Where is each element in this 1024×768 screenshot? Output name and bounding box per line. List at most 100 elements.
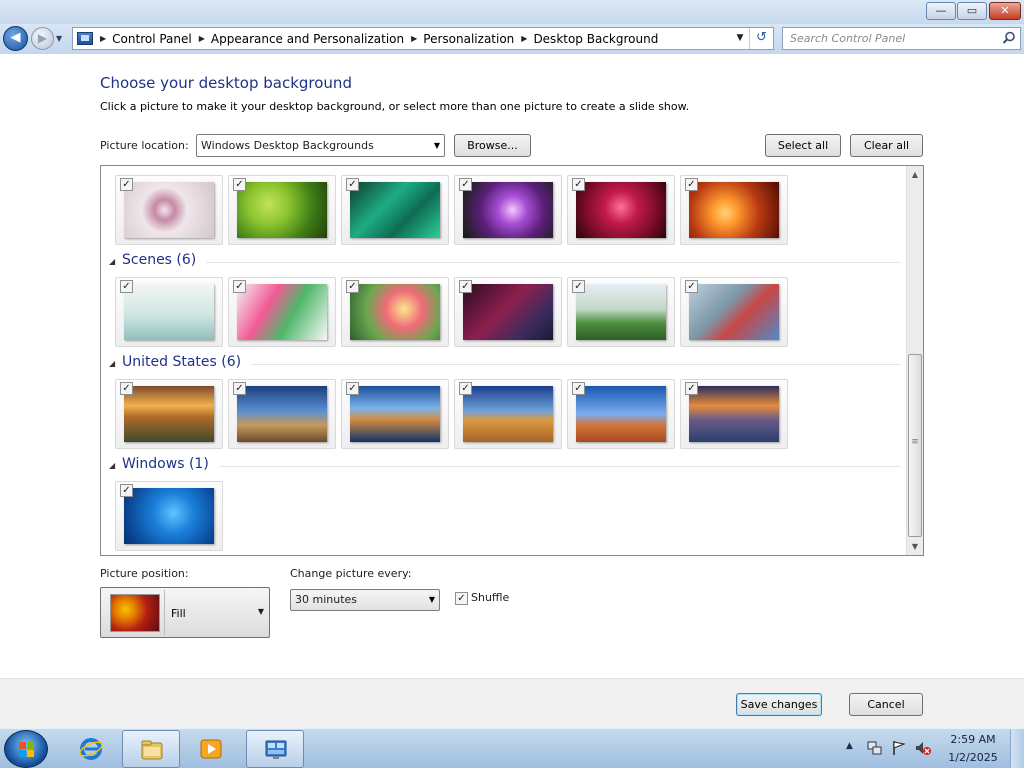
network-icon[interactable] (867, 740, 883, 756)
wallpaper-thumbnail[interactable]: ✓ (115, 379, 223, 449)
breadcrumb-personalization[interactable]: Personalization (423, 32, 514, 46)
group-header[interactable]: ◢ Windows (1) (101, 456, 901, 476)
search-icon[interactable] (1002, 31, 1016, 45)
collapse-triangle-icon[interactable]: ◢ (109, 359, 115, 368)
wallpaper-thumbnail[interactable]: ✓ (341, 379, 449, 449)
minimize-button[interactable]: — (926, 2, 956, 20)
thumbnail-checkbox[interactable]: ✓ (572, 280, 585, 293)
thumbnail-checkbox[interactable]: ✓ (572, 382, 585, 395)
show-hidden-icons-button[interactable]: ▲ (846, 741, 853, 751)
wallpaper-thumbnail[interactable]: ✓ (454, 277, 562, 347)
address-bar[interactable]: ▶ Control Panel ▶ Appearance and Persona… (72, 27, 774, 50)
breadcrumb-control-panel[interactable]: Control Panel (112, 32, 192, 46)
control-panel-icon (77, 32, 93, 45)
thumbnail-checkbox[interactable]: ✓ (233, 280, 246, 293)
group-label[interactable]: United States (6) (122, 354, 241, 370)
taskbar: ▲ 2:59 AM 1/2/2025 (0, 728, 1024, 768)
group-header[interactable]: ◢ United States (6) (101, 354, 901, 374)
wallpaper-thumbnail[interactable]: ✓ (228, 277, 336, 347)
select-all-button[interactable]: Select all (765, 134, 841, 157)
wallpaper-thumbnail[interactable]: ✓ (567, 175, 675, 245)
thumbnail-checkbox[interactable]: ✓ (346, 382, 359, 395)
change-picture-select[interactable]: 30 minutes ▼ (290, 589, 440, 611)
wallpaper-thumbnail[interactable]: ✓ (567, 379, 675, 449)
thumbnail-checkbox[interactable]: ✓ (459, 280, 472, 293)
vertical-scrollbar[interactable]: ▲ ≡ ▼ (906, 166, 923, 555)
thumbnail-checkbox[interactable]: ✓ (685, 178, 698, 191)
thumbnail-checkbox[interactable]: ✓ (120, 280, 133, 293)
maximize-button[interactable]: ▭ (957, 2, 987, 20)
taskbar-control-panel[interactable] (246, 730, 304, 768)
breadcrumb-appearance[interactable]: Appearance and Personalization (211, 32, 404, 46)
thumbnail-checkbox[interactable]: ✓ (346, 280, 359, 293)
page-description: Click a picture to make it your desktop … (100, 100, 690, 113)
picture-position-value: Fill (171, 607, 186, 620)
breadcrumb-chevron-icon[interactable]: ▶ (521, 34, 527, 43)
thumbnail-checkbox[interactable]: ✓ (459, 178, 472, 191)
wallpaper-thumbnail[interactable]: ✓ (341, 175, 449, 245)
close-button[interactable]: ✕ (989, 2, 1021, 20)
forward-button[interactable]: ▶ (31, 27, 54, 50)
thumbnail-checkbox[interactable]: ✓ (233, 382, 246, 395)
wallpaper-thumbnail[interactable]: ✓ (341, 277, 449, 347)
thumbnail-checkbox[interactable]: ✓ (685, 382, 698, 395)
wallpaper-thumbnail[interactable]: ✓ (567, 277, 675, 347)
show-desktop-button[interactable] (1010, 729, 1024, 768)
thumbnail-checkbox[interactable]: ✓ (572, 178, 585, 191)
wallpaper-thumbnail[interactable]: ✓ (680, 379, 788, 449)
group-header[interactable]: ◢ Scenes (6) (101, 252, 901, 272)
picture-gallery[interactable]: ✓ ✓ ✓ ✓ ✓ ✓ ◢ Scenes (6) ✓ ✓ ✓ ✓ ✓ ✓ ◢ United States (6… (100, 165, 924, 556)
wallpaper-thumbnail[interactable]: ✓ (454, 175, 562, 245)
group-label[interactable]: Scenes (6) (122, 252, 196, 268)
save-changes-button[interactable]: Save changes (736, 693, 822, 716)
thumbnail-checkbox[interactable]: ✓ (685, 280, 698, 293)
start-button[interactable] (4, 730, 48, 768)
thumbnail-checkbox[interactable]: ✓ (120, 178, 133, 191)
taskbar-media-player[interactable] (182, 730, 240, 768)
breadcrumb-chevron-icon[interactable]: ▶ (411, 34, 417, 43)
browse-button[interactable]: Browse... (454, 134, 531, 157)
breadcrumb-chevron-icon[interactable]: ▶ (100, 34, 106, 43)
thumbnail-checkbox[interactable]: ✓ (120, 382, 133, 395)
thumbnail-checkbox[interactable]: ✓ (346, 178, 359, 191)
wallpaper-thumbnail[interactable]: ✓ (228, 379, 336, 449)
address-dropdown-icon[interactable]: ▼ (733, 30, 747, 47)
thumbnail-checkbox[interactable]: ✓ (120, 484, 133, 497)
taskbar-windows-explorer[interactable] (122, 730, 180, 768)
wallpaper-thumbnail[interactable]: ✓ (115, 175, 223, 245)
search-input[interactable] (783, 28, 993, 49)
wallpaper-image (350, 386, 440, 442)
refresh-icon[interactable]: ↺ (749, 28, 773, 49)
cancel-button[interactable]: Cancel (849, 693, 923, 716)
breadcrumb-desktop-background[interactable]: Desktop Background (533, 32, 658, 46)
clear-all-button[interactable]: Clear all (850, 134, 923, 157)
taskbar-internet-explorer[interactable] (62, 730, 120, 768)
wallpaper-thumbnail[interactable]: ✓ (680, 175, 788, 245)
scroll-up-arrow-icon[interactable]: ▲ (907, 166, 923, 183)
thumbnail-checkbox[interactable]: ✓ (459, 382, 472, 395)
wallpaper-thumbnail[interactable]: ✓ (228, 175, 336, 245)
search-box[interactable] (782, 27, 1021, 50)
scrollbar-thumb[interactable]: ≡ (908, 354, 922, 537)
breadcrumb-chevron-icon[interactable]: ▶ (199, 34, 205, 43)
back-button[interactable]: ◀ (3, 26, 28, 51)
wallpaper-thumbnail[interactable]: ✓ (454, 379, 562, 449)
wallpaper-image (576, 284, 666, 340)
recent-pages-dropdown[interactable]: ▼ (56, 32, 66, 46)
picture-position-select[interactable]: Fill ▼ (100, 587, 270, 638)
scroll-down-arrow-icon[interactable]: ▼ (907, 538, 923, 555)
collapse-triangle-icon[interactable]: ◢ (109, 461, 115, 470)
collapse-triangle-icon[interactable]: ◢ (109, 257, 115, 266)
shuffle-label[interactable]: Shuffle (471, 591, 509, 604)
wallpaper-thumbnail[interactable]: ✓ (115, 277, 223, 347)
action-center-flag-icon[interactable] (891, 740, 907, 756)
group-label[interactable]: Windows (1) (122, 456, 209, 472)
wallpaper-thumbnail[interactable]: ✓ (115, 481, 223, 551)
clock-time[interactable]: 2:59 AM (946, 733, 1000, 746)
shuffle-checkbox[interactable]: ✓ (455, 592, 468, 605)
thumbnail-checkbox[interactable]: ✓ (233, 178, 246, 191)
wallpaper-thumbnail[interactable]: ✓ (680, 277, 788, 347)
volume-muted-icon[interactable] (915, 740, 931, 756)
picture-location-select[interactable]: Windows Desktop Backgrounds ▼ (196, 134, 445, 157)
clock-date[interactable]: 1/2/2025 (946, 751, 1000, 764)
